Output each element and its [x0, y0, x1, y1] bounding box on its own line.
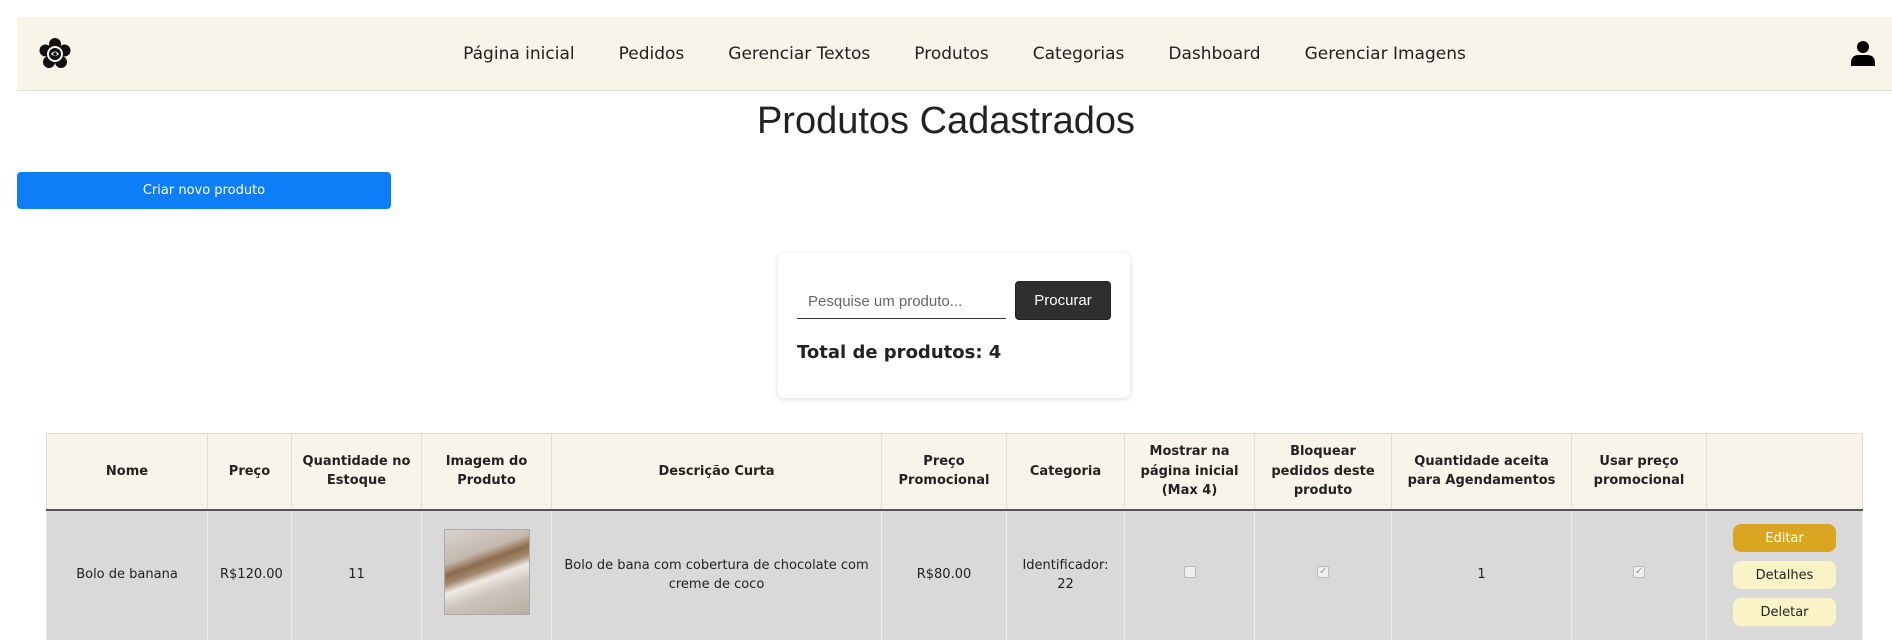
- cell-description: Bolo de bana com cobertura de chocolate …: [551, 509, 882, 640]
- cell-stock: 11: [291, 509, 422, 640]
- column-header: Quantidade aceita para Agendamentos: [1391, 433, 1572, 511]
- column-header: Usar preço promocional: [1571, 433, 1707, 511]
- cell-price: R$120.00: [207, 509, 292, 640]
- cell-use-promo: [1571, 509, 1707, 640]
- column-header: Descrição Curta: [551, 433, 882, 511]
- show-home-checkbox[interactable]: [1183, 566, 1196, 579]
- cell-category: Identificador: 22: [1006, 509, 1125, 640]
- cell-show-home: [1124, 509, 1255, 640]
- nav-link-categories[interactable]: Categorias: [1033, 44, 1125, 64]
- nav-link-manage-images[interactable]: Gerenciar Imagens: [1305, 44, 1466, 64]
- column-header: Mostrar na página inicial (Max 4): [1124, 433, 1255, 511]
- column-header-actions: [1706, 433, 1863, 511]
- total-products-label: Total de produtos: 4: [797, 342, 1002, 363]
- nav-link-manage-texts[interactable]: Gerenciar Textos: [728, 44, 870, 64]
- block-orders-checkbox[interactable]: [1317, 564, 1329, 579]
- nav-link-dashboard[interactable]: Dashboard: [1168, 44, 1260, 64]
- cell-image: [421, 509, 552, 640]
- nav-link-products[interactable]: Produtos: [914, 44, 988, 64]
- details-button[interactable]: Detalhes: [1733, 561, 1836, 589]
- column-header: Quantidade no Estoque: [291, 433, 422, 511]
- column-header: Categoria: [1006, 433, 1125, 511]
- navbar: Página inicial Pedidos Gerenciar Textos …: [17, 17, 1892, 91]
- cell-schedule-qty: 1: [1391, 509, 1572, 640]
- create-product-button[interactable]: Criar novo produto: [17, 172, 391, 209]
- cell-actions: Editar Detalhes Deletar: [1706, 509, 1863, 640]
- column-header: Nome: [46, 433, 208, 511]
- search-button[interactable]: Procurar: [1015, 281, 1111, 320]
- column-header: Preço Promocional: [881, 433, 1007, 511]
- edit-button[interactable]: Editar: [1733, 524, 1836, 552]
- table-row: Bolo de banana R$120.00 11 Bolo de bana …: [46, 509, 1863, 640]
- cell-promo-price: R$80.00: [881, 509, 1007, 640]
- user-icon[interactable]: [1850, 40, 1876, 66]
- table-header-row: Nome Preço Quantidade no Estoque Imagem …: [46, 433, 1863, 511]
- cell-name: Bolo de banana: [46, 509, 208, 640]
- product-image: [443, 528, 530, 615]
- nav-links: Página inicial Pedidos Gerenciar Textos …: [17, 17, 1892, 91]
- nav-link-orders[interactable]: Pedidos: [619, 44, 685, 64]
- column-header: Bloquear pedidos deste produto: [1254, 433, 1392, 511]
- delete-button[interactable]: Deletar: [1733, 598, 1836, 626]
- use-promo-checkbox[interactable]: [1633, 564, 1645, 579]
- search-input[interactable]: [797, 284, 1006, 319]
- column-header: Imagem do Produto: [421, 433, 552, 511]
- nav-link-home[interactable]: Página inicial: [463, 44, 574, 64]
- page-title: Produtos Cadastrados: [756, 100, 1136, 142]
- cell-block-orders: [1254, 509, 1392, 640]
- column-header: Preço: [207, 433, 292, 511]
- search-card: Procurar Total de produtos: 4: [778, 253, 1130, 398]
- products-table: Nome Preço Quantidade no Estoque Imagem …: [46, 433, 1863, 640]
